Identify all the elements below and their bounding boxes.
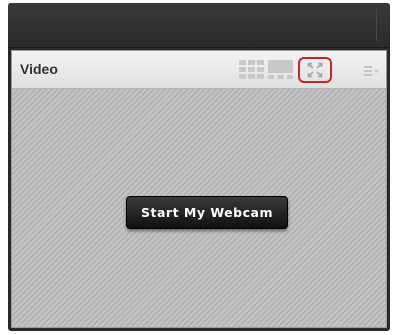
- pod-title: Video: [20, 61, 58, 77]
- fullscreen-button[interactable]: [298, 57, 332, 83]
- application-window: Video Start My Webcam: [8, 3, 390, 331]
- pod-header: Video: [12, 51, 386, 89]
- fullscreen-icon: [307, 62, 323, 78]
- pod-menu-icon[interactable]: [364, 64, 380, 82]
- start-webcam-button[interactable]: Start My Webcam: [126, 196, 288, 229]
- filmstrip-layout-icon[interactable]: [268, 60, 294, 80]
- grid-layout-icon[interactable]: [239, 60, 265, 80]
- top-toolbar: [8, 3, 390, 48]
- toolbar-divider: [376, 9, 377, 41]
- video-display-area: Start My Webcam: [12, 89, 386, 327]
- video-pod: Video Start My Webcam: [11, 50, 387, 328]
